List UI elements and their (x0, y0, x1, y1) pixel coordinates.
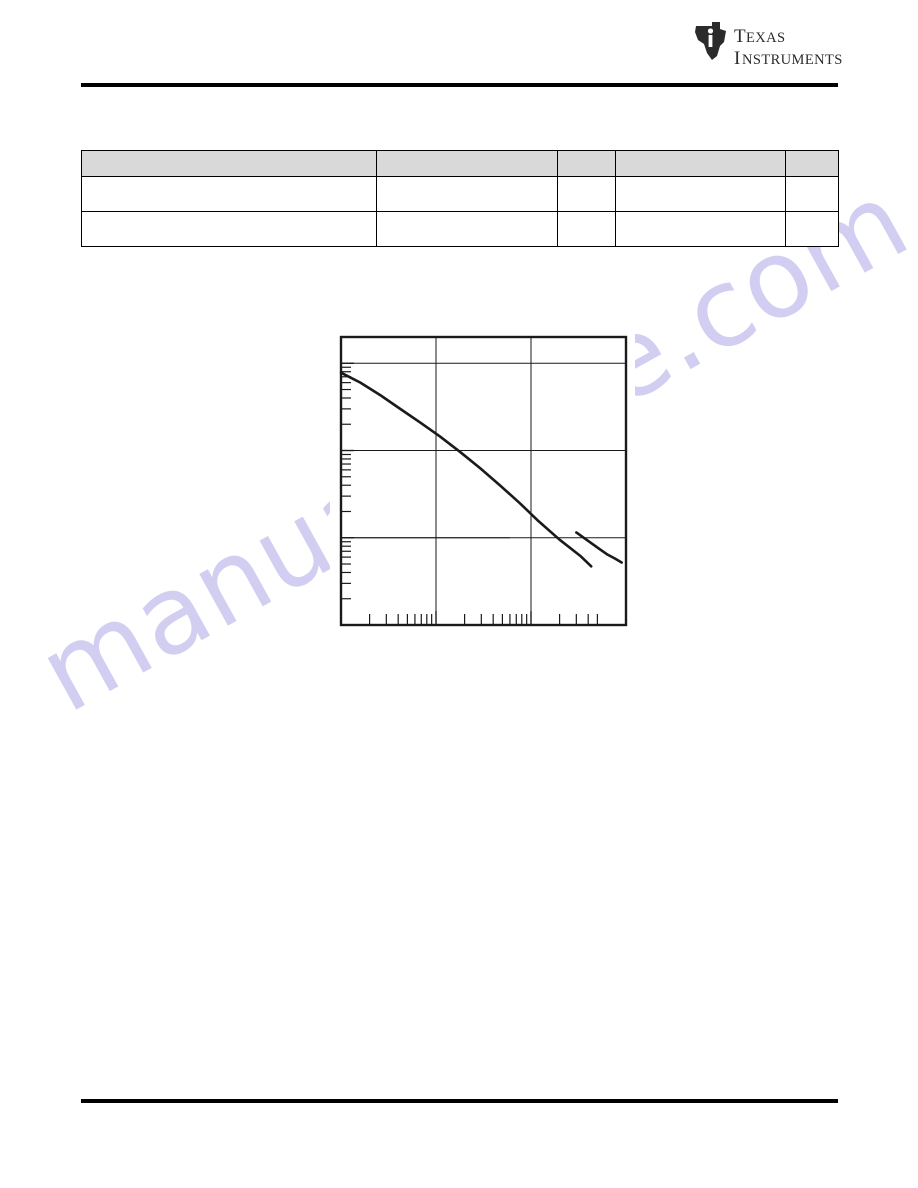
table-header-cell-0 (81, 150, 377, 177)
table-header-row (81, 150, 839, 177)
chart-background (330, 325, 635, 635)
table-header-cell-2 (557, 150, 616, 177)
document-page: manualshive.com T EXAS I NSTRUMENTS (0, 0, 918, 1188)
table-cell-1-0 (81, 211, 377, 247)
table-header-cell-3 (615, 150, 786, 177)
chart-canvas (330, 325, 635, 635)
svg-text:NSTRUMENTS: NSTRUMENTS (742, 52, 843, 68)
svg-text:T: T (734, 26, 746, 47)
svg-text:EXAS: EXAS (746, 30, 785, 46)
table-cell-0-3 (615, 176, 786, 212)
footer-rule (81, 1099, 838, 1103)
parameter-table (81, 150, 839, 247)
header-rule (81, 83, 838, 87)
table-cell-1-2 (557, 211, 616, 247)
svg-text:I: I (734, 48, 741, 69)
table-cell-0-0 (81, 176, 377, 212)
table-cell-1-3 (615, 211, 786, 247)
texas-instruments-logo: T EXAS I NSTRUMENTS (690, 20, 846, 72)
section-note (81, 270, 838, 271)
table-row (81, 211, 839, 247)
table-cell-0-2 (557, 176, 616, 212)
figure-chart (330, 325, 635, 635)
table-header-cell-4 (785, 150, 839, 177)
table-cell-1-4 (785, 211, 839, 247)
table-cell-1-1 (376, 211, 558, 247)
table-cell-0-4 (785, 176, 839, 212)
table-row (81, 176, 839, 212)
table-header-cell-1 (376, 150, 558, 177)
table-cell-0-1 (376, 176, 558, 212)
